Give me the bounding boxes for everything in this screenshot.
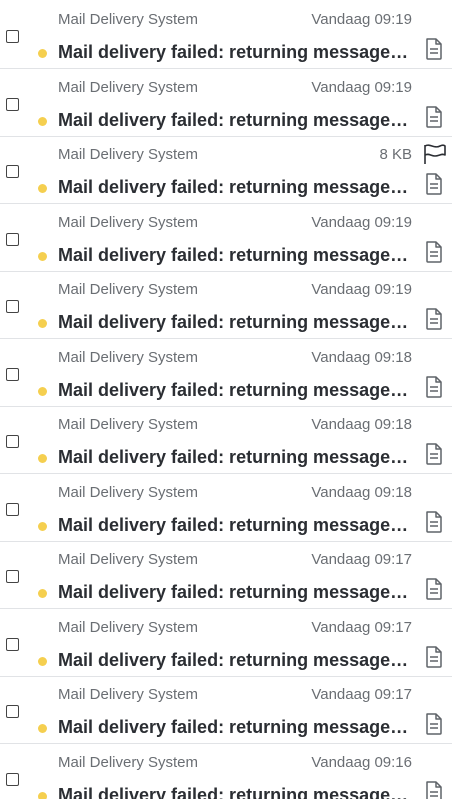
message-row[interactable]: Mail Delivery System Vandaag 09:17 Mail de… bbox=[0, 610, 452, 677]
message-meta: Vandaag 09:17 bbox=[311, 551, 412, 568]
unread-dot bbox=[38, 657, 47, 666]
sender-name: Mail Delivery System bbox=[58, 416, 199, 433]
document-icon bbox=[425, 308, 443, 330]
document-icon bbox=[425, 443, 443, 465]
unread-dot bbox=[38, 724, 47, 733]
message-subject[interactable]: Mail delivery failed: returning message … bbox=[58, 177, 411, 198]
sender-name: Mail Delivery System bbox=[58, 484, 199, 501]
message-row[interactable]: Mail Delivery System Vandaag 09:18 Mail de… bbox=[0, 475, 452, 542]
message-row[interactable]: Mail Delivery System Vandaag 09:17 Mail de… bbox=[0, 542, 452, 609]
select-checkbox[interactable] bbox=[6, 30, 19, 43]
document-icon bbox=[425, 376, 443, 398]
select-checkbox[interactable] bbox=[6, 435, 19, 448]
message-subject[interactable]: Mail delivery failed: returning message … bbox=[58, 245, 411, 266]
message-meta: Vandaag 09:17 bbox=[311, 686, 412, 703]
select-checkbox[interactable] bbox=[6, 165, 19, 178]
message-row[interactable]: Mail Delivery System Vandaag 09:17 Mail de… bbox=[0, 677, 452, 744]
message-meta: Vandaag 09:18 bbox=[311, 484, 412, 501]
unread-dot bbox=[38, 454, 47, 463]
document-icon bbox=[425, 38, 443, 60]
select-checkbox[interactable] bbox=[6, 705, 19, 718]
document-icon bbox=[425, 646, 443, 668]
sender-name: Mail Delivery System bbox=[58, 11, 199, 28]
unread-dot bbox=[38, 387, 47, 396]
message-row[interactable]: Mail Delivery System Vandaag 09:19 Mail de… bbox=[0, 205, 452, 272]
message-subject[interactable]: Mail delivery failed: returning message … bbox=[58, 312, 411, 333]
document-icon bbox=[425, 713, 443, 735]
sender-name: Mail Delivery System bbox=[58, 79, 199, 96]
select-checkbox[interactable] bbox=[6, 368, 19, 381]
unread-dot bbox=[38, 184, 47, 193]
message-meta: Vandaag 09:19 bbox=[311, 11, 412, 28]
select-checkbox[interactable] bbox=[6, 300, 19, 313]
select-checkbox[interactable] bbox=[6, 503, 19, 516]
message-meta: 8 KB bbox=[379, 146, 412, 163]
message-meta: Vandaag 09:19 bbox=[311, 79, 412, 96]
unread-dot bbox=[38, 792, 47, 799]
message-row[interactable]: Mail Delivery System Vandaag 09:19 Mail de… bbox=[0, 2, 452, 69]
message-meta: Vandaag 09:18 bbox=[311, 416, 412, 433]
sender-name: Mail Delivery System bbox=[58, 754, 199, 771]
message-subject[interactable]: Mail delivery failed: returning message … bbox=[58, 447, 411, 468]
document-icon bbox=[425, 173, 443, 195]
unread-dot bbox=[38, 522, 47, 531]
sender-name: Mail Delivery System bbox=[58, 349, 199, 366]
message-subject[interactable]: Mail delivery failed: returning message … bbox=[58, 785, 411, 799]
sender-name: Mail Delivery System bbox=[58, 146, 199, 163]
message-row[interactable]: Mail Delivery System Vandaag 09:18 Mail de… bbox=[0, 407, 452, 474]
document-icon bbox=[425, 578, 443, 600]
message-subject[interactable]: Mail delivery failed: returning message … bbox=[58, 42, 411, 63]
message-meta: Vandaag 09:19 bbox=[311, 214, 412, 231]
unread-dot bbox=[38, 49, 47, 58]
message-row[interactable]: Mail Delivery System Vandaag 09:19 Mail de… bbox=[0, 272, 452, 339]
message-meta: Vandaag 09:19 bbox=[311, 281, 412, 298]
sender-name: Mail Delivery System bbox=[58, 686, 199, 703]
message-meta: Vandaag 09:17 bbox=[311, 619, 412, 636]
sender-name: Mail Delivery System bbox=[58, 214, 199, 231]
message-row[interactable]: Mail Delivery System Vandaag 09:18 Mail de… bbox=[0, 340, 452, 407]
message-subject[interactable]: Mail delivery failed: returning message … bbox=[58, 650, 411, 671]
unread-dot bbox=[38, 319, 47, 328]
unread-dot bbox=[38, 589, 47, 598]
flag-icon[interactable] bbox=[423, 143, 447, 165]
document-icon bbox=[425, 241, 443, 263]
message-row[interactable]: Mail Delivery System 8 KB Mail delivery fa… bbox=[0, 137, 452, 204]
select-checkbox[interactable] bbox=[6, 98, 19, 111]
select-checkbox[interactable] bbox=[6, 570, 19, 583]
sender-name: Mail Delivery System bbox=[58, 619, 199, 636]
message-list: Mail Delivery System Vandaag 09:19 Mail de… bbox=[0, 0, 452, 799]
select-checkbox[interactable] bbox=[6, 638, 19, 651]
message-subject[interactable]: Mail delivery failed: returning message … bbox=[58, 380, 411, 401]
select-checkbox[interactable] bbox=[6, 233, 19, 246]
message-row[interactable]: Mail Delivery System Vandaag 09:16 Mail de… bbox=[0, 745, 452, 799]
sender-name: Mail Delivery System bbox=[58, 551, 199, 568]
unread-dot bbox=[38, 117, 47, 126]
unread-dot bbox=[38, 252, 47, 261]
message-row[interactable]: Mail Delivery System Vandaag 09:19 Mail de… bbox=[0, 70, 452, 137]
message-subject[interactable]: Mail delivery failed: returning message … bbox=[58, 582, 411, 603]
document-icon bbox=[425, 781, 443, 799]
message-subject[interactable]: Mail delivery failed: returning message … bbox=[58, 110, 411, 131]
message-subject[interactable]: Mail delivery failed: returning message … bbox=[58, 515, 411, 536]
message-subject[interactable]: Mail delivery failed: returning message … bbox=[58, 717, 411, 738]
document-icon bbox=[425, 511, 443, 533]
sender-name: Mail Delivery System bbox=[58, 281, 199, 298]
document-icon bbox=[425, 106, 443, 128]
select-checkbox[interactable] bbox=[6, 773, 19, 786]
message-meta: Vandaag 09:16 bbox=[311, 754, 412, 771]
message-meta: Vandaag 09:18 bbox=[311, 349, 412, 366]
